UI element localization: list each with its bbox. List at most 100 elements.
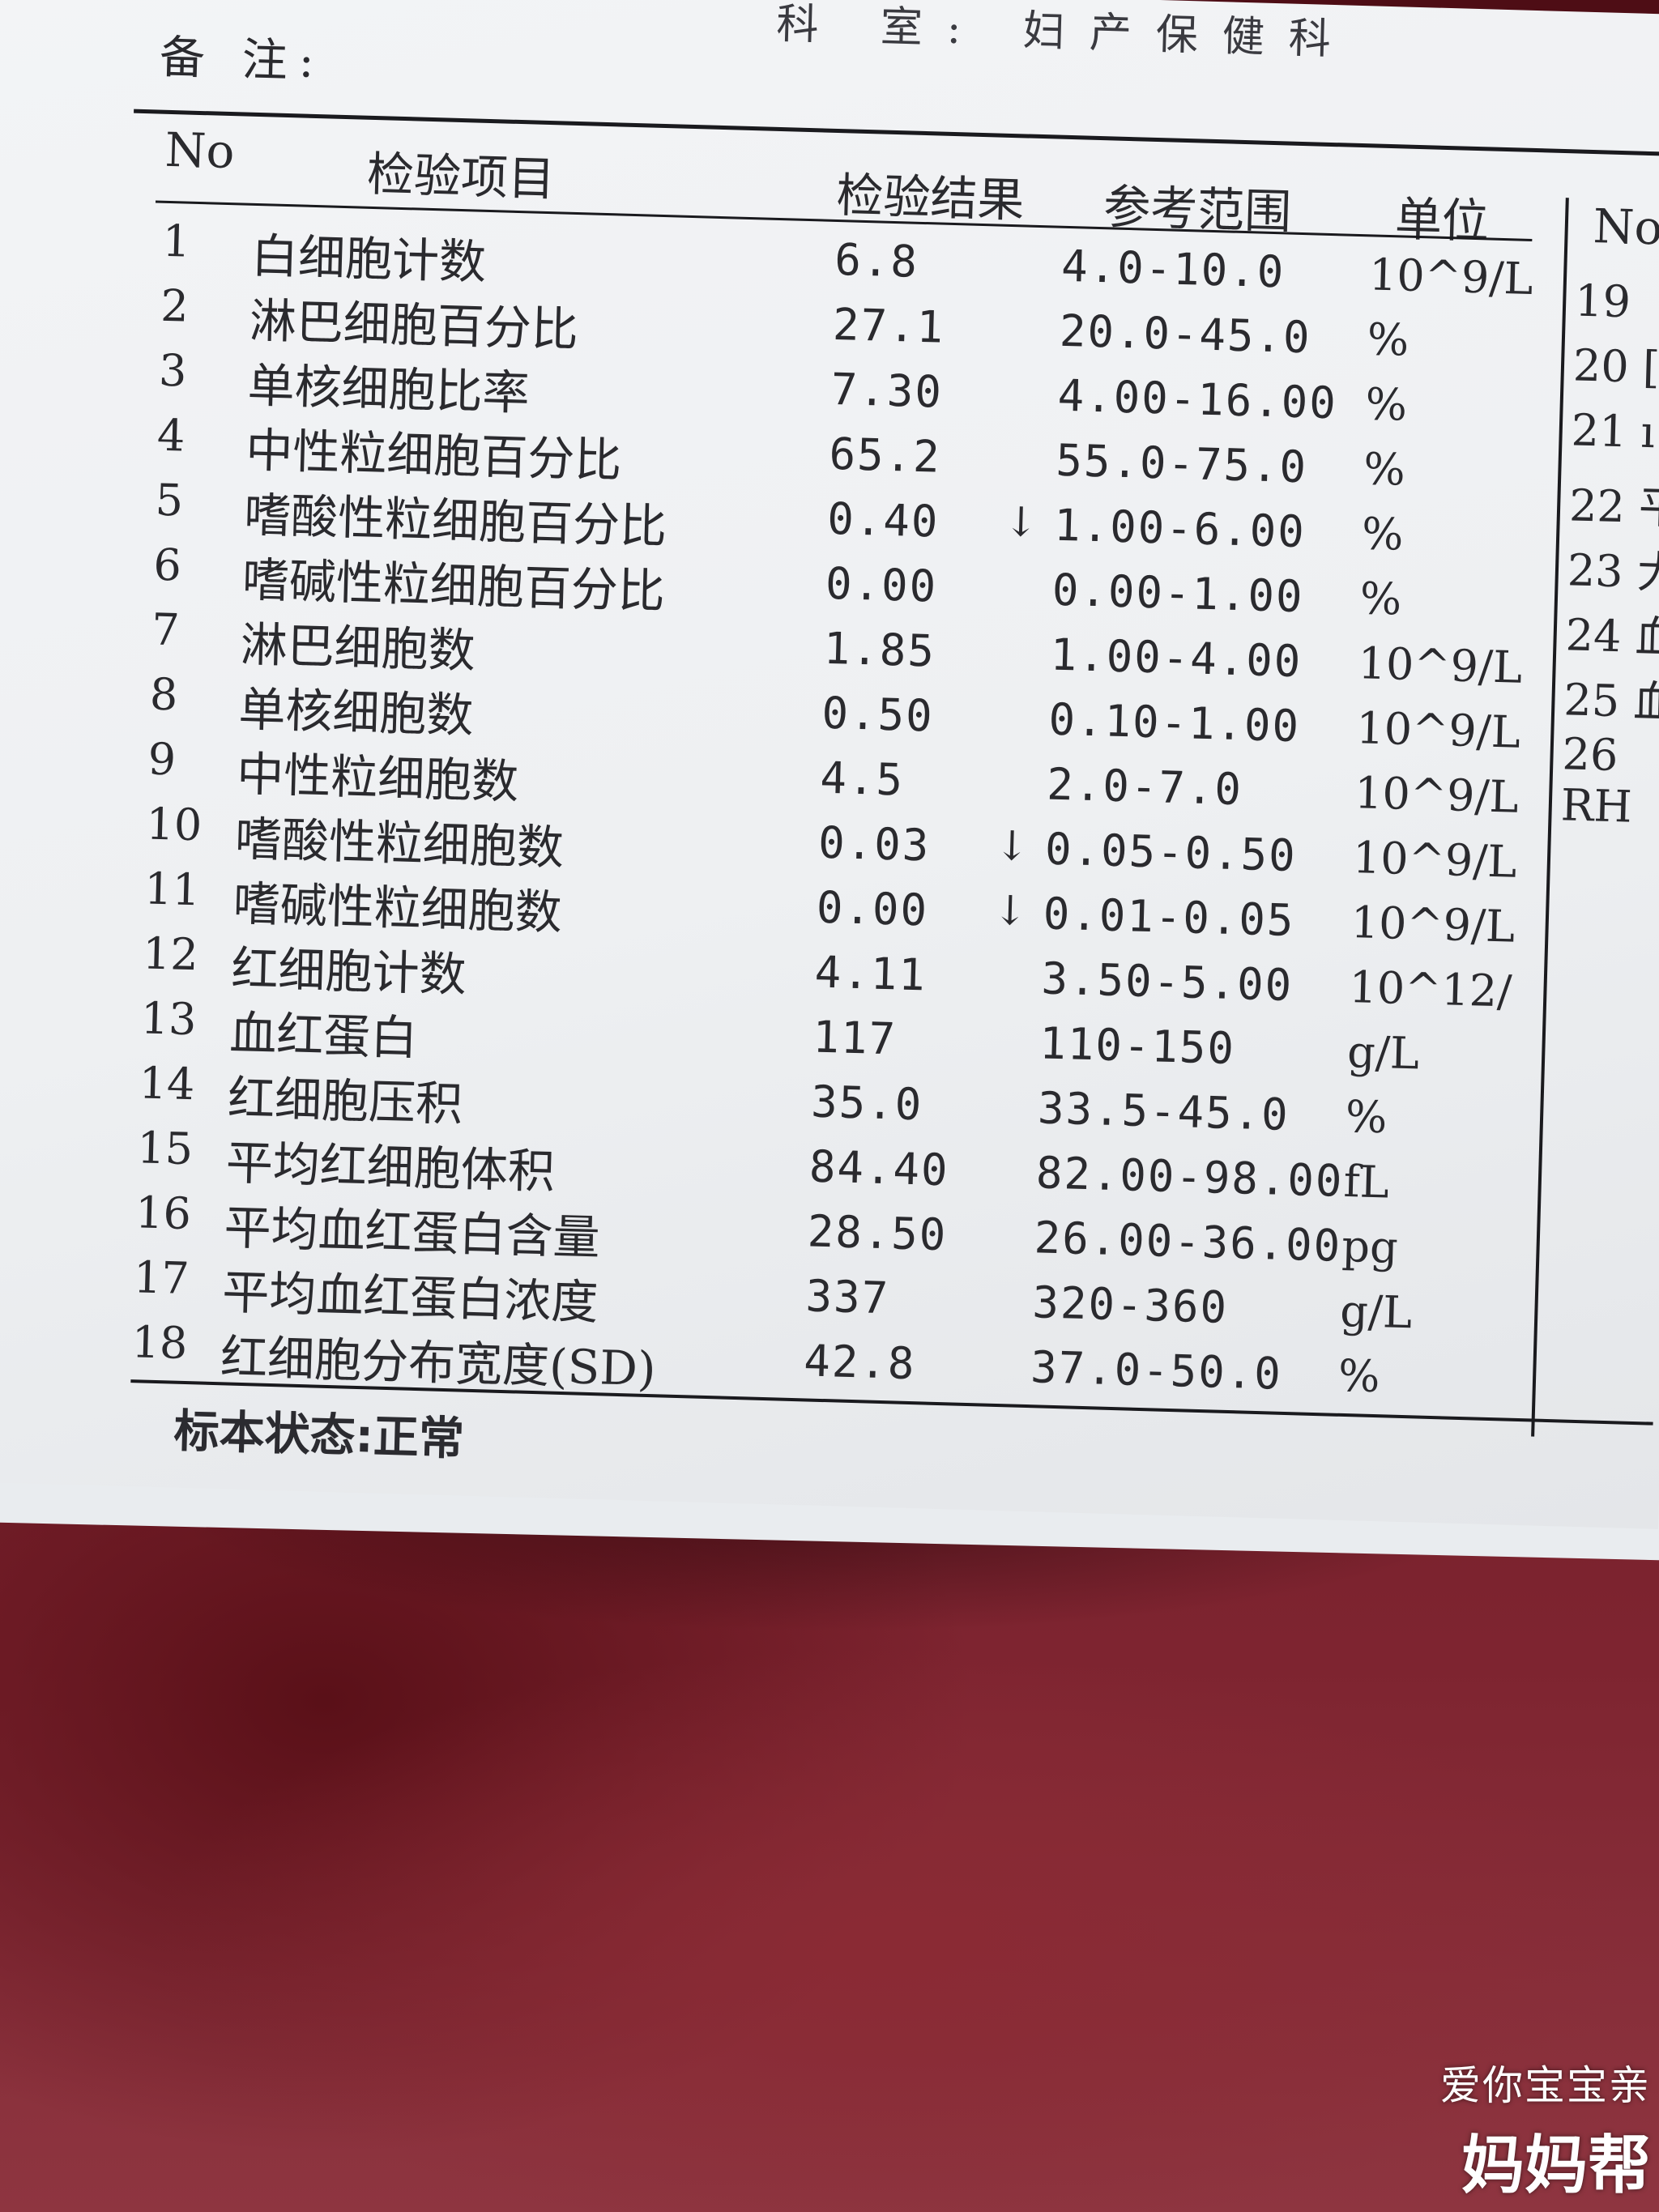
- test-unit: 10^12/: [1348, 961, 1513, 1017]
- reference-range: 55.0-75.0: [1055, 434, 1308, 493]
- side-row-number: 20 [: [1572, 339, 1659, 394]
- reference-range: 0.05-0.50: [1044, 823, 1298, 882]
- low-flag-icon: ↓: [1003, 497, 1039, 547]
- reference-range: 82.00-98.00: [1035, 1147, 1345, 1207]
- test-result: 4.5: [819, 752, 905, 806]
- reference-range: 37.0-50.0: [1030, 1341, 1283, 1400]
- row-number: 13: [139, 992, 198, 1046]
- test-unit: g/L: [1339, 1285, 1413, 1339]
- reference-range: 33.5-45.0: [1037, 1082, 1290, 1140]
- row-number: 2: [160, 279, 190, 332]
- row-number: 14: [138, 1057, 196, 1110]
- test-unit: pg: [1341, 1220, 1399, 1273]
- test-name: 血红蛋白: [228, 1005, 419, 1066]
- row-number: 7: [151, 603, 181, 656]
- row-number: 16: [134, 1187, 192, 1240]
- reference-range: 1.00-4.00: [1049, 629, 1303, 688]
- reference-range: 0.10-1.00: [1047, 693, 1301, 752]
- test-unit: %: [1345, 1090, 1388, 1144]
- test-unit: %: [1364, 378, 1408, 431]
- specimen-status: 标本状态:正常: [173, 1404, 465, 1466]
- row-number: 5: [154, 474, 184, 526]
- test-unit: %: [1361, 508, 1405, 560]
- watermark-line1: 爱你宝宝亲: [1440, 2062, 1651, 2109]
- test-name: 白细胞计数: [250, 228, 488, 290]
- side-row-number: 19: [1574, 275, 1631, 328]
- remark-label: 备 注:: [159, 31, 326, 89]
- side-header-no: No: [1592, 198, 1659, 256]
- test-name: 单核细胞比率: [246, 357, 531, 421]
- header-unit: 单位: [1394, 191, 1490, 249]
- test-name: 淋巴细胞数: [239, 616, 476, 679]
- test-unit: %: [1359, 573, 1403, 625]
- side-row-number: 21 ı: [1570, 404, 1656, 458]
- row-number: 6: [152, 539, 182, 591]
- test-result: 27.1: [832, 298, 945, 353]
- reference-range: 3.50-5.00: [1040, 953, 1294, 1012]
- test-name: 红细胞压积: [227, 1070, 463, 1132]
- row-number: 9: [147, 733, 177, 786]
- top-rule: [134, 109, 1659, 156]
- test-result: 0.00: [825, 557, 939, 612]
- reference-range: 4.0-10.0: [1060, 240, 1286, 298]
- row-number: 17: [133, 1251, 190, 1305]
- test-result: 337: [804, 1270, 890, 1324]
- test-result: 28.50: [806, 1205, 949, 1261]
- test-unit: 10^9/L: [1350, 897, 1516, 953]
- test-result: 117: [812, 1011, 898, 1065]
- test-name: 中性粒细胞数: [236, 746, 520, 810]
- test-unit: 10^9/L: [1357, 637, 1523, 693]
- test-result: 4.11: [813, 946, 928, 1001]
- row-number: 1: [161, 215, 191, 267]
- test-unit: 10^9/L: [1355, 702, 1521, 758]
- test-unit: 10^9/L: [1352, 832, 1518, 888]
- test-result: 0.40: [826, 492, 940, 548]
- test-unit: g/L: [1346, 1025, 1420, 1080]
- lab-report-paper: 科 室: 妇产保健科 备 注: No 检验项目 检验结果 参考范围 单位 1 白细…: [0, 0, 1659, 1529]
- test-result: 35.0: [810, 1076, 924, 1131]
- test-result: 0.50: [821, 687, 935, 742]
- test-result: 0.03: [817, 816, 932, 872]
- test-name: 红细胞计数: [230, 940, 467, 1003]
- row-number: 15: [136, 1122, 194, 1175]
- watermark-logo: 妈妈帮: [1461, 2129, 1651, 2202]
- low-flag-icon: ↓: [992, 886, 1028, 935]
- reference-range: 4.00-16.00: [1056, 369, 1338, 429]
- test-result: 65.2: [828, 428, 942, 483]
- header-item: 检验项目: [366, 146, 556, 207]
- row-number: 18: [130, 1316, 189, 1370]
- test-name: 单核细胞数: [237, 681, 475, 744]
- row-number: 10: [145, 798, 203, 851]
- reference-range: 2.0-7.0: [1046, 758, 1243, 816]
- row-number: 4: [156, 409, 186, 462]
- side-row-number: 26 RH: [1560, 728, 1633, 833]
- row-number: 11: [143, 863, 201, 916]
- header-result: 检验结果: [835, 167, 1026, 228]
- test-result: 42.8: [803, 1335, 917, 1390]
- row-number: 12: [142, 927, 199, 981]
- test-result: 0.00: [816, 881, 929, 936]
- test-unit: %: [1337, 1349, 1381, 1403]
- test-unit: %: [1363, 443, 1406, 496]
- department-fragment: 科 室: 妇产保健科: [775, 0, 1356, 65]
- test-unit: 10^9/L: [1354, 767, 1520, 823]
- row-number: 3: [158, 344, 188, 397]
- header-no: No: [164, 121, 236, 180]
- reference-range: 0.00-1.00: [1051, 564, 1305, 623]
- test-result: 7.30: [830, 363, 944, 418]
- test-unit: 10^9/L: [1368, 249, 1534, 305]
- test-unit: %: [1366, 313, 1410, 366]
- test-result: 1.85: [823, 622, 936, 677]
- test-result: 84.40: [808, 1140, 950, 1196]
- side-row-number: 24 血: [1564, 609, 1659, 664]
- watermark: 爱你宝宝亲 妈妈帮: [1440, 2053, 1651, 2206]
- reference-range: 1.00-6.00: [1053, 499, 1307, 558]
- test-unit: fL: [1342, 1155, 1390, 1208]
- reference-range: 26.00-36.00: [1033, 1212, 1343, 1272]
- reference-range: 110-150: [1038, 1017, 1236, 1075]
- reference-range: 0.01-0.05: [1043, 888, 1296, 947]
- side-row-number: 23 大: [1567, 544, 1659, 599]
- test-result: 6.8: [834, 233, 919, 288]
- row-number: 8: [149, 668, 179, 721]
- side-row-number: 25 血: [1563, 674, 1659, 729]
